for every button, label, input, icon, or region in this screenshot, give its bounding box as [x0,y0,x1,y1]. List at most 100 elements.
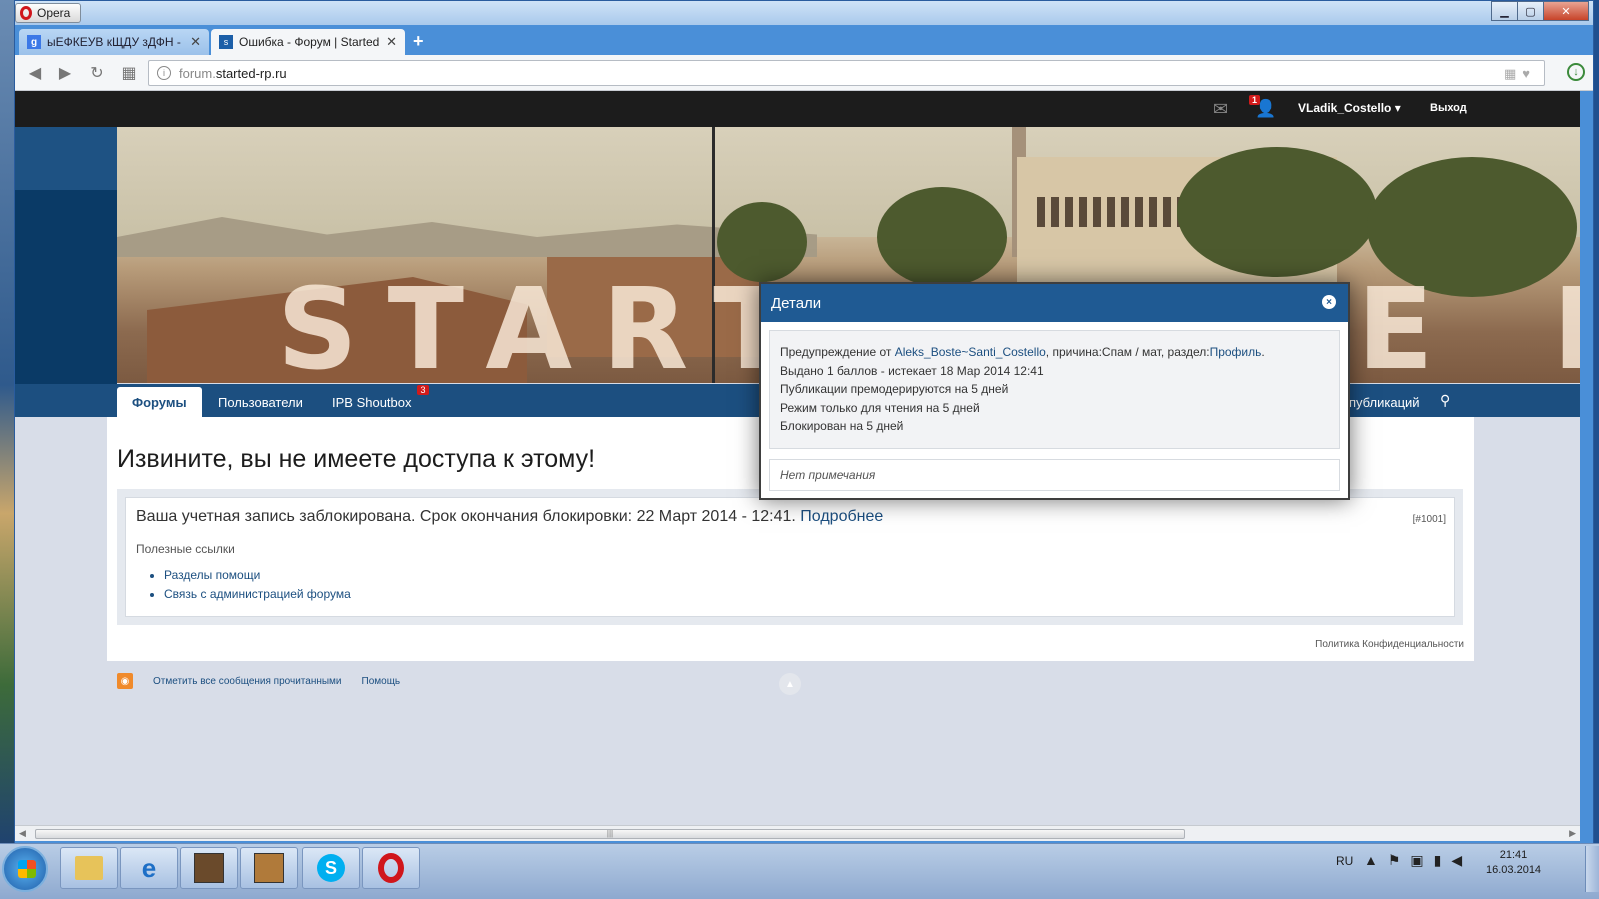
maximize-button[interactable]: ▢ [1517,1,1544,21]
warning-prefix: Предупреждение от [780,345,895,359]
premoderation-line: Публикации премодерируются на 5 дней [780,382,1009,397]
page-viewport: ✉ 1 👤 VLadik_Costello ▾ Выход START E P [15,91,1580,825]
error-code: [#1001] [1412,514,1446,525]
site-info-icon[interactable]: i [157,66,171,80]
title-bar: Opera ▁ ▢ ✕ [15,1,1593,25]
useful-links-title: Полезные ссылки [136,542,235,556]
error-message-inner: Ваша учетная запись заблокирована. Срок … [125,497,1455,617]
taskbar-skype[interactable]: S [302,847,360,889]
points-line: Выдано 1 баллов - истекает 18 Мар 2014 1… [780,363,1044,378]
tab-google[interactable]: g ыЕФКЕУВ кЩДУ зДФН - Google ✕ [19,29,209,55]
tray-icons[interactable]: ▲⚑▣▮◀ [1364,852,1472,869]
url-text: forum.started-rp.ru [179,65,287,81]
reload-icon[interactable]: ↻ [87,63,107,83]
tab-close-icon[interactable]: ✕ [190,34,201,50]
windows-taskbar: e S RU ▲⚑▣▮◀ 21:41 16.03.2014 [0,843,1599,899]
start-button[interactable] [2,846,48,892]
tab-title: ыЕФКЕУВ кЩДУ зДФН - Google [47,35,184,49]
close-icon[interactable]: × [1322,295,1336,309]
forward-arrow-icon[interactable]: ▶ [55,63,75,83]
tab-forums[interactable]: Форумы [117,387,202,417]
back-to-top-icon[interactable]: ▲ [779,673,801,695]
tab-close-icon[interactable]: ✕ [386,34,397,50]
app-avatar-icon [254,853,284,883]
update-icon[interactable]: ↓ [1567,63,1585,81]
envelope-icon[interactable]: ✉ [1213,99,1228,120]
left-margin-top [15,127,117,190]
folder-icon [75,856,103,880]
opera-menu-button[interactable]: Opera [15,3,81,23]
scroll-right-icon[interactable]: ▶ [1569,828,1576,839]
clock-date: 16.03.2014 [1486,864,1542,876]
taskbar-explorer[interactable] [60,847,118,889]
opera-logo-icon [20,6,32,20]
logout-link[interactable]: Выход [1430,102,1467,114]
nav-publications-link[interactable]: публикаций [1349,395,1420,410]
details-link[interactable]: Подробнее [800,508,883,525]
tab-shoutbox-label: IPB Shoutbox [332,394,412,410]
scroll-thumb[interactable]: ||| [35,829,1185,839]
error-message-box: Ваша учетная запись заблокирована. Срок … [117,489,1463,625]
minimize-button[interactable]: ▁ [1491,1,1518,21]
clock[interactable]: 21:41 16.03.2014 [1486,848,1541,878]
ban-line: Блокирован на 5 дней [780,419,904,434]
note-box: Нет примечания [769,458,1340,491]
ban-message-text: Ваша учетная запись заблокирована. Срок … [136,508,796,525]
taskbar-ie[interactable]: e [120,847,178,889]
notification-icon[interactable]: 👤 [1255,99,1276,119]
url-actions-icons[interactable]: ▦♥ [1504,66,1536,82]
horizontal-scrollbar[interactable]: ◀ ||| ▶ [15,825,1580,841]
tab-shoutbox[interactable]: IPB Shoutbox 3 [317,385,429,417]
warning-line: Предупреждение от Aleks_Boste~Santi_Cost… [780,343,1329,362]
useful-links-list: Разделы помощи Связь с администрацией фо… [164,566,1444,604]
warning-author-link[interactable]: Aleks_Boste~Santi_Costello [895,345,1046,359]
taskbar-app-1[interactable] [180,847,238,889]
taskbar-opera[interactable] [362,847,420,889]
warning-reason: , причина:Спам / мат, раздел: [1045,345,1210,359]
readonly-line: Режим только для чтения на 5 дней [780,400,980,415]
opera-menu-label: Opera [37,6,71,20]
scroll-left-icon[interactable]: ◀ [19,828,26,839]
privacy-policy-link[interactable]: Политика Конфиденциальности [1315,639,1464,650]
window-controls: ▁ ▢ ✕ [1491,1,1589,21]
pin-icon[interactable]: ⚲ [1440,392,1450,409]
forum-footer: ◉ Отметить все сообщения прочитанными По… [117,673,400,689]
google-favicon-icon: g [27,35,41,49]
modal-header: Детали × [761,284,1348,322]
language-indicator[interactable]: RU [1336,854,1353,868]
tab-title: Ошибка - Форум | Started RP [239,35,380,49]
forum-favicon-icon: s [219,35,233,49]
details-modal: Детали × Предупреждение от Aleks_Boste~S… [759,282,1350,500]
modal-body: Предупреждение от Aleks_Boste~Santi_Cost… [761,322,1348,499]
speed-dial-grid-icon[interactable]: ▦ [119,63,139,83]
taskbar-app-2[interactable] [240,847,298,889]
modal-title: Детали [771,294,822,312]
tab-bar: g ыЕФКЕУВ кЩДУ зДФН - Google ✕ s Ошибка … [15,27,1593,55]
windows-logo-icon [18,860,36,878]
ban-message: Ваша учетная запись заблокирована. Срок … [136,508,1444,526]
ie-icon: e [141,852,157,883]
tab-members[interactable]: Пользователи [203,387,318,417]
username-menu[interactable]: VLadik_Costello ▾ [1298,101,1401,115]
warning-dot: . [1261,345,1265,359]
help-sections-link[interactable]: Разделы помощи [164,566,1444,585]
desktop-background [0,0,14,856]
banner-text: START [277,265,820,383]
new-tab-button[interactable]: + [413,31,424,52]
banner-text-right: E P [1357,265,1580,383]
tab-forum[interactable]: s Ошибка - Форум | Started RP ✕ [211,29,405,55]
skype-icon: S [317,854,345,882]
back-arrow-icon[interactable]: ◀ [25,63,45,83]
opera-icon [378,853,404,883]
close-window-button[interactable]: ✕ [1543,1,1589,21]
warning-details: Предупреждение от Aleks_Boste~Santi_Cost… [769,330,1340,449]
address-bar[interactable]: i forum.started-rp.ru ▦♥ [148,60,1545,86]
rss-icon[interactable]: ◉ [117,673,133,689]
app-avatar-icon [194,853,224,883]
help-link[interactable]: Помощь [362,676,401,687]
warning-section-link[interactable]: Профиль [1210,345,1262,359]
show-desktop-button[interactable] [1585,846,1599,892]
mark-all-read-link[interactable]: Отметить все сообщения прочитанными [153,676,342,687]
contact-admin-link[interactable]: Связь с администрацией форума [164,585,1444,604]
shoutbox-badge: 3 [417,385,429,395]
